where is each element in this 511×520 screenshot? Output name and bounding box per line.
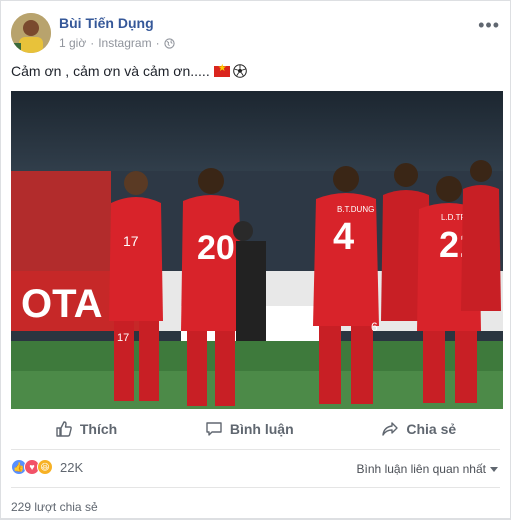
- share-label: Chia sẻ: [406, 421, 457, 437]
- post-header: Bùi Tiến Dụng 1 giờ · Instagram · •••: [11, 11, 500, 55]
- jersey-name: B.T.DUNG: [337, 205, 374, 214]
- reaction-summary[interactable]: 👍 ♥ 😆 22K: [11, 459, 83, 475]
- post-meta: 1 giờ · Instagram ·: [59, 36, 175, 50]
- soccer-ball-icon: [232, 64, 247, 78]
- comment-label: Bình luận: [229, 421, 294, 437]
- thumbs-up-icon: [56, 421, 72, 437]
- jersey-number: 6: [371, 320, 378, 334]
- like-label: Thích: [79, 421, 118, 437]
- jersey-number: 17: [123, 233, 139, 249]
- comment-button[interactable]: Bình luận: [193, 416, 306, 442]
- card-bottom-border: [1, 518, 510, 519]
- post-time[interactable]: 1 giờ: [59, 36, 86, 50]
- haha-icon: 😆: [37, 459, 53, 475]
- author-name[interactable]: Bùi Tiến Dụng: [59, 15, 154, 31]
- chevron-down-icon: [490, 466, 498, 472]
- post-actions: Thích Bình luận Chia sẻ: [11, 413, 500, 445]
- more-options-button[interactable]: •••: [478, 15, 500, 36]
- share-count[interactable]: 229 lượt chia sẻ: [11, 500, 98, 514]
- svg-text:OTA: OTA: [21, 282, 102, 326]
- meta-separator: ·: [90, 36, 95, 50]
- divider: [11, 449, 500, 450]
- post-text: Cảm ơn , cảm ơn và cảm ơn.....: [11, 63, 247, 79]
- comment-sort-label: Bình luận liên quan nhất: [356, 462, 486, 476]
- post-card: Bùi Tiến Dụng 1 giờ · Instagram · ••• Cả…: [0, 0, 511, 520]
- jersey-number: 17: [117, 332, 129, 344]
- post-message: Cảm ơn , cảm ơn và cảm ơn.....: [11, 63, 210, 79]
- meta-separator: ·: [155, 36, 160, 50]
- like-button[interactable]: Thích: [43, 416, 129, 442]
- team-celebration-image: OTA 17 17 20 B.T.DUNG 4 6 21: [11, 91, 503, 409]
- jersey-number: 4: [333, 216, 354, 258]
- vietnam-flag-icon: [213, 63, 230, 77]
- reaction-count[interactable]: 22K: [60, 460, 83, 475]
- comment-sort-dropdown[interactable]: Bình luận liên quan nhất: [357, 462, 498, 476]
- share-arrow-icon: [382, 422, 399, 436]
- author-avatar[interactable]: [11, 13, 51, 53]
- post-photo[interactable]: OTA 17 17 20 B.T.DUNG 4 6 21: [11, 91, 503, 409]
- comment-icon: [206, 422, 222, 436]
- jersey-number: 20: [197, 229, 235, 267]
- share-button[interactable]: Chia sẻ: [369, 416, 468, 442]
- post-source[interactable]: Instagram: [98, 36, 151, 50]
- divider: [11, 487, 500, 488]
- globe-icon[interactable]: [163, 37, 175, 49]
